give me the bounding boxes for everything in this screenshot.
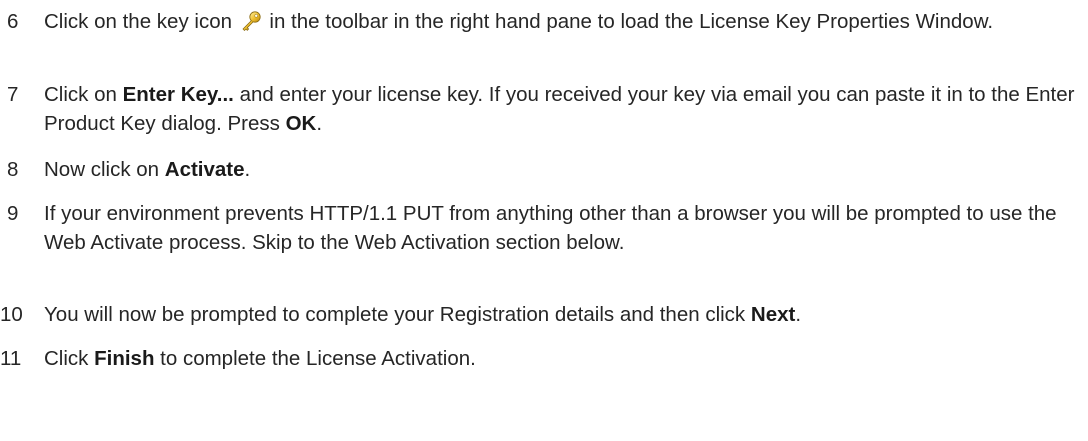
ui-term-finish: Finish [94, 347, 155, 370]
step-text: If your environment prevents HTTP/1.1 PU… [44, 199, 1084, 257]
step-text: Now click on Activate. [44, 155, 1084, 184]
step-text-part: If your environment prevents HTTP/1.1 PU… [44, 202, 1057, 254]
step-number: 7 [7, 83, 19, 106]
step-text: You will now be prompted to complete you… [44, 300, 1084, 329]
step-text-part: Click on the key icon [44, 10, 238, 33]
ui-term-ok: OK [285, 112, 317, 135]
step-text-part: Click on [44, 83, 123, 106]
step-text-part: Click [44, 347, 95, 370]
step-text-part: to complete the License Activation. [154, 347, 476, 370]
step-text-part: . [795, 303, 802, 326]
step-number: 8 [7, 158, 19, 181]
ui-term-next: Next [750, 303, 796, 326]
step-number: 6 [7, 10, 19, 33]
step-text-part: in the toolbar in the right hand pane to… [269, 10, 994, 33]
step-text-part: You will now be prompted to complete you… [44, 303, 751, 326]
key-icon [240, 10, 262, 32]
step-text: Click on Enter Key... and enter your lic… [44, 80, 1084, 138]
step-text-part: . [244, 158, 251, 181]
step-number: 9 [7, 202, 19, 225]
step-number: 10 [0, 303, 23, 326]
step-text: Click on the key icon in the toolbar in … [44, 7, 1044, 36]
step-text-part: . [316, 112, 323, 135]
ui-term-activate: Activate [164, 158, 245, 181]
step-number: 11 [0, 347, 22, 370]
ui-term-enter-key: Enter Key... [122, 83, 234, 106]
step-text-part: Now click on [44, 158, 165, 181]
step-text: Click Finish to complete the License Act… [44, 344, 1084, 373]
